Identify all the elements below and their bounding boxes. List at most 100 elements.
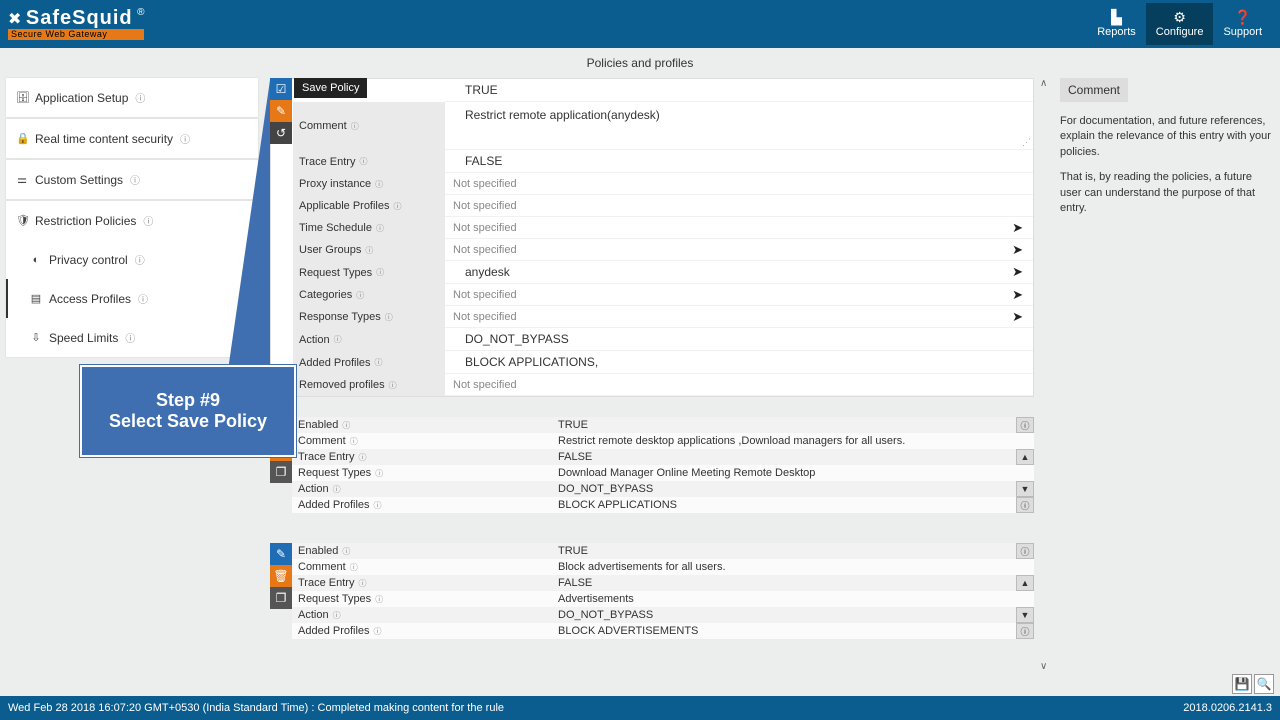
send-icon[interactable]: ➤ — [1012, 220, 1023, 236]
info-icon: ⓘ — [138, 291, 148, 306]
list-icon: ▤ — [30, 292, 42, 305]
send-icon[interactable]: ➤ — [1012, 242, 1023, 258]
comment-label: Comment — [299, 120, 347, 132]
save-icon[interactable]: 💾 — [1232, 674, 1252, 694]
info-btn[interactable]: ⓘ — [1016, 497, 1034, 513]
footer-bar: Wed Feb 28 2018 16:07:20 GMT+0530 (India… — [0, 696, 1280, 720]
header-bar: ✖ SafeSquid ® Secure Web Gateway ▙Report… — [0, 0, 1280, 48]
info-icon: ⓘ — [356, 290, 364, 301]
sidebar-realtime[interactable]: 🔒Real time content securityⓘ — [6, 119, 258, 158]
sidebar-speed[interactable]: ⇩Speed Limitsⓘ — [6, 318, 258, 357]
step-callout: Step #9 Select Save Policy — [80, 365, 296, 457]
footer-status: Wed Feb 28 2018 16:07:20 GMT+0530 (India… — [8, 702, 504, 714]
header-nav: ▙Reports ⚙Configure ❓Support — [1087, 3, 1272, 45]
time-value[interactable]: Not specified➤ — [445, 217, 1033, 239]
copy-button[interactable]: ❐ — [270, 461, 292, 483]
reqtypes-label: Request Types — [299, 267, 372, 279]
action-value[interactable]: DO_NOT_BYPASS — [445, 328, 1033, 351]
info-icon: ⓘ — [389, 380, 397, 391]
comment-input[interactable]: Restrict remote application(anydesk)⋰ — [445, 102, 1033, 150]
info-icon: ⓘ — [376, 223, 384, 234]
enabled-value[interactable]: TRUE — [445, 79, 1033, 102]
eye-icon: ◐ — [30, 254, 42, 266]
down-btn[interactable]: ▼ — [1016, 481, 1034, 497]
send-icon[interactable]: ➤ — [1012, 309, 1023, 325]
save-policy-button[interactable]: ☑ — [270, 78, 292, 100]
info-icon: ⓘ — [180, 131, 190, 146]
gears-icon: ⚙ — [1156, 9, 1204, 26]
help-text-1: For documentation, and future references… — [1060, 114, 1274, 160]
form-panel: ☑ ✎ ↺ Save Policy .TRUE CommentⓘRestrict… — [270, 78, 1034, 397]
logo: ✖ SafeSquid ® Secure Web Gateway — [8, 8, 144, 40]
page-title: Policies and profiles — [0, 48, 1280, 78]
reqtypes-value[interactable]: anydesk➤ — [445, 261, 1033, 284]
copy-button[interactable]: ❐ — [270, 587, 292, 609]
up-btn[interactable]: ▲ — [1016, 575, 1034, 591]
history-button[interactable]: ↺ — [270, 122, 292, 144]
categories-label: Categories — [299, 289, 352, 301]
user-value[interactable]: Not specified➤ — [445, 239, 1033, 261]
info-btn[interactable]: ⓘ — [1016, 543, 1034, 559]
info-icon: ⓘ — [334, 334, 342, 345]
lock-icon: 🔒 — [16, 132, 28, 145]
info-btn[interactable]: ⓘ — [1016, 417, 1034, 433]
proxy-label: Proxy instance — [299, 178, 371, 190]
footer-version: 2018.0206.2141.3 — [1183, 702, 1272, 714]
info-icon: ⓘ — [385, 312, 393, 323]
logo-reg: ® — [137, 7, 144, 18]
proxy-value[interactable]: Not specified — [445, 173, 1033, 195]
info-icon: ⓘ — [376, 267, 384, 278]
sidebar-custom[interactable]: ⚌Custom Settingsⓘ — [6, 160, 258, 199]
info-icon: ⓘ — [130, 172, 140, 187]
resptypes-value[interactable]: Not specified➤ — [445, 306, 1033, 328]
edit-button[interactable]: ✎ — [270, 543, 292, 565]
delete-button[interactable]: 🗑 — [270, 565, 292, 587]
trace-value[interactable]: FALSE — [445, 150, 1033, 173]
help-title: Comment — [1060, 78, 1128, 102]
info-btn[interactable]: ⓘ — [1016, 623, 1034, 639]
nav-reports[interactable]: ▙Reports — [1087, 3, 1146, 45]
applicable-value[interactable]: Not specified — [445, 195, 1033, 217]
question-icon: ❓ — [1223, 9, 1262, 26]
nav-support[interactable]: ❓Support — [1213, 3, 1272, 45]
sidebar-privacy[interactable]: ◐Privacy controlⓘ — [6, 240, 258, 279]
logo-subtitle: Secure Web Gateway — [8, 29, 144, 40]
user-label: User Groups — [299, 244, 361, 256]
callout-step: Step #9 — [156, 390, 220, 411]
briefcase-icon: 🗄 — [16, 91, 28, 104]
callout-pointer — [228, 80, 270, 370]
summary-block-2: ✎ 🗑 ❐ EnabledⓘTRUEⓘ CommentⓘBlock advert… — [270, 543, 1034, 639]
help-text-2: That is, by reading the policies, a futu… — [1060, 170, 1274, 216]
sidebar-restriction[interactable]: 🛡Restriction Policiesⓘ — [6, 201, 258, 240]
info-icon: ⓘ — [135, 90, 145, 105]
up-btn[interactable]: ▲ — [1016, 449, 1034, 465]
info-icon: ⓘ — [359, 156, 367, 167]
nav-configure[interactable]: ⚙Configure — [1146, 3, 1214, 45]
down-btn[interactable]: ▼ — [1016, 607, 1034, 623]
shield-icon: 🛡 — [16, 214, 28, 227]
info-icon: ⓘ — [143, 213, 153, 228]
added-value[interactable]: BLOCK APPLICATIONS, — [445, 351, 1033, 374]
logo-text: SafeSquid — [26, 7, 133, 29]
trace-label: Trace Entry — [299, 156, 355, 168]
categories-value[interactable]: Not specified➤ — [445, 284, 1033, 306]
edit-button[interactable]: ✎ — [270, 100, 292, 122]
applicable-label: Applicable Profiles — [299, 200, 390, 212]
info-icon: ⓘ — [135, 252, 145, 267]
sidebar-app-setup[interactable]: 🗄Application Setupⓘ — [6, 78, 258, 117]
info-icon: ⓘ — [375, 357, 383, 368]
send-icon[interactable]: ➤ — [1012, 287, 1023, 303]
send-icon[interactable]: ➤ — [1012, 264, 1023, 280]
summary-block-1: 🗑 ❐ EnabledⓘTRUEⓘ CommentⓘRestrict remot… — [270, 417, 1034, 513]
info-icon: ⓘ — [125, 330, 135, 345]
save-tooltip: Save Policy — [294, 78, 367, 98]
removed-value[interactable]: Not specified — [445, 374, 1033, 396]
resptypes-label: Response Types — [299, 311, 381, 323]
info-icon: ⓘ — [394, 201, 402, 212]
sidebar-access[interactable]: ▤Access Profilesⓘ — [6, 279, 258, 318]
scrollbar[interactable]: ∧ ∨ — [1040, 78, 1054, 672]
help-panel: Comment For documentation, and future re… — [1060, 78, 1274, 672]
removed-label: Removed profiles — [299, 379, 385, 391]
search-icon[interactable]: 🔍 — [1254, 674, 1274, 694]
resize-icon: ⋰ — [1022, 137, 1031, 148]
